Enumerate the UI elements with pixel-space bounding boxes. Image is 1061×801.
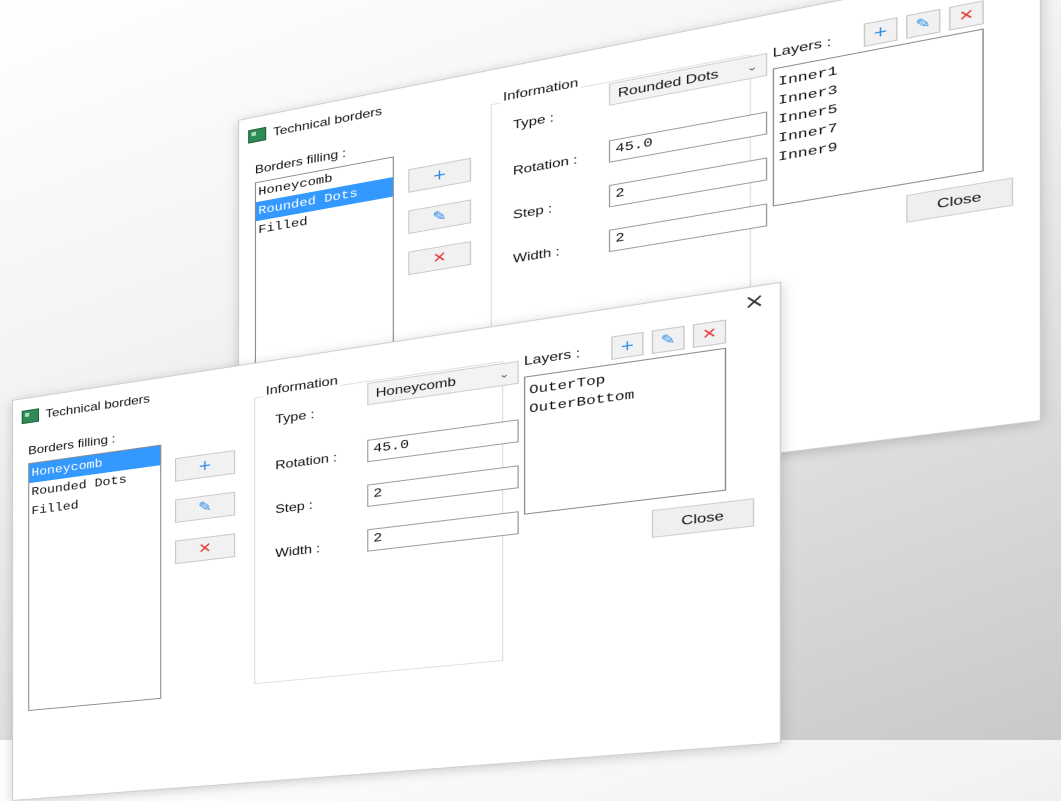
chevron-down-icon: ⌄ — [498, 367, 510, 381]
delete-filling-button[interactable]: ✕ — [174, 533, 236, 565]
dialog-title: Technical borders — [273, 103, 383, 139]
add-filling-button[interactable]: + — [408, 157, 472, 193]
delete-layer-button[interactable]: ✕ — [949, 0, 984, 31]
layers-list[interactable]: OuterTop OuterBottom — [523, 347, 727, 515]
edit-layer-button[interactable]: ✎ — [906, 8, 941, 39]
pencil-icon: ✎ — [432, 207, 447, 226]
chevron-down-icon: ⌄ — [746, 60, 758, 75]
close-button[interactable]: Close — [651, 498, 755, 538]
pencil-icon: ✎ — [198, 498, 212, 517]
plus-icon: + — [198, 457, 212, 475]
plus-icon: + — [432, 166, 447, 185]
layers-label: Layers : — [772, 34, 832, 61]
borders-filling-list[interactable]: Honeycomb Rounded Dots Filled — [28, 444, 162, 712]
layers-list[interactable]: Inner1 Inner3 Inner5 Inner7 Inner9 — [772, 28, 984, 207]
titlebar: Technical borders — [21, 391, 151, 425]
x-icon: ✕ — [198, 540, 212, 558]
x-icon: ✕ — [958, 5, 975, 26]
titlebar: Technical borders — [248, 104, 382, 144]
close-icon[interactable]: × — [740, 289, 768, 315]
technical-borders-app-icon — [248, 126, 267, 144]
add-layer-button[interactable]: + — [611, 331, 644, 360]
layers-label: Layers : — [523, 345, 581, 369]
edit-layer-button[interactable]: ✎ — [651, 325, 685, 355]
edit-filling-button[interactable]: ✎ — [408, 199, 472, 235]
delete-layer-button[interactable]: ✕ — [692, 319, 727, 349]
plus-icon: + — [872, 22, 889, 42]
x-icon: ✕ — [432, 249, 447, 268]
add-layer-button[interactable]: + — [863, 17, 898, 48]
close-button[interactable]: Close — [906, 177, 1014, 223]
add-filling-button[interactable]: + — [174, 449, 236, 482]
stage: × Technical borders Borders filling : Ho… — [0, 0, 1061, 801]
pencil-icon: ✎ — [660, 330, 676, 350]
dialog-title: Technical borders — [45, 391, 151, 421]
technical-borders-app-icon — [21, 408, 40, 425]
pencil-icon: ✎ — [915, 14, 932, 34]
dialog-technical-borders-front: × Technical borders Borders filling : Ho… — [12, 281, 782, 801]
x-icon: ✕ — [701, 324, 718, 344]
delete-filling-button[interactable]: ✕ — [408, 241, 472, 276]
edit-filling-button[interactable]: ✎ — [174, 491, 236, 523]
plus-icon: + — [619, 336, 635, 355]
